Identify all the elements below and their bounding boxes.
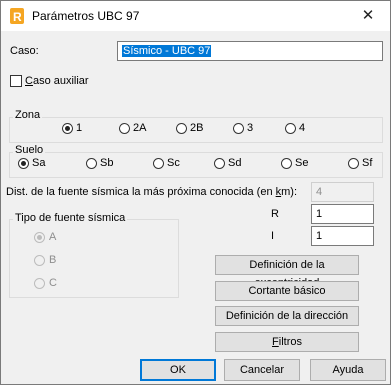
caso-field[interactable]: Sísmico - UBC 97 [117, 41, 383, 61]
suelo-radio-se[interactable] [281, 158, 292, 169]
suelo-label-se: Se [295, 157, 309, 169]
tipo-fuente-radio-a[interactable] [34, 232, 45, 243]
caso-value: Sísmico - UBC 97 [122, 45, 212, 57]
suelo-radio-sc[interactable] [153, 158, 164, 169]
cortante-basico-button[interactable]: Cortante básico [215, 281, 359, 301]
suelo-group [9, 152, 383, 178]
tipo-fuente-label-b: B [49, 254, 57, 266]
zona-label-2b: 2B [190, 122, 204, 134]
suelo-label-sa: Sa [32, 157, 46, 169]
tipo-fuente-label-c: C [49, 277, 57, 289]
zona-radio-4[interactable] [285, 123, 296, 134]
close-icon[interactable]: ✕ [353, 5, 383, 27]
filtros-button[interactable]: Filtros [215, 332, 359, 352]
i-label: I [271, 230, 275, 242]
suelo-label-sd: Sd [228, 157, 242, 169]
zona-label-1: 1 [76, 122, 83, 134]
zona-label-3: 3 [247, 122, 254, 134]
ok-button[interactable]: OK [140, 359, 216, 381]
r-label: R [271, 208, 279, 220]
caso-auxiliar-checkbox[interactable] [10, 75, 22, 87]
suelo-label-sb: Sb [100, 157, 114, 169]
tipo-fuente-legend: Tipo de fuente sísmica [13, 212, 128, 224]
suelo-label-sc: Sc [167, 157, 180, 169]
suelo-radio-sd[interactable] [214, 158, 225, 169]
zona-label-4: 4 [299, 122, 306, 134]
window-title: Parámetros UBC 97 [32, 9, 140, 23]
tipo-fuente-radio-b[interactable] [34, 255, 45, 266]
cancelar-button[interactable]: Cancelar [224, 359, 300, 381]
distancia-label: Dist. de la fuente sísmica la más próxim… [6, 186, 298, 198]
zona-radio-1[interactable] [62, 123, 73, 134]
suelo-radio-sa[interactable] [18, 158, 29, 169]
distancia-field[interactable]: 4 [311, 182, 374, 202]
zona-radio-2b[interactable] [176, 123, 187, 134]
app-icon: R [10, 8, 24, 24]
title-bar: R Parámetros UBC 97 ✕ [1, 1, 390, 31]
caso-label: Caso: [10, 45, 39, 57]
caso-auxiliar-label: Caso auxiliar [25, 75, 89, 87]
dialog-window: R Parámetros UBC 97 ✕ Caso: Sísmico - UB… [0, 0, 391, 385]
zona-radio-2a[interactable] [119, 123, 130, 134]
direccion-button[interactable]: Definición de la dirección [215, 306, 359, 326]
excentricidad-button[interactable]: Definición de la excentricidad [215, 255, 359, 289]
zona-radio-3[interactable] [233, 123, 244, 134]
ayuda-button[interactable]: Ayuda [310, 359, 386, 381]
zona-label-2a: 2A [133, 122, 147, 134]
suelo-legend: Suelo [13, 144, 46, 156]
suelo-label-sf: Sf [362, 157, 373, 169]
suelo-radio-sb[interactable] [86, 158, 97, 169]
tipo-fuente-label-a: A [49, 231, 57, 243]
i-field[interactable]: 1 [311, 226, 374, 246]
zona-legend: Zona [13, 109, 43, 121]
svg-text:R: R [13, 10, 22, 24]
tipo-fuente-radio-c[interactable] [34, 278, 45, 289]
r-field[interactable]: 1 [311, 204, 374, 224]
suelo-radio-sf[interactable] [348, 158, 359, 169]
